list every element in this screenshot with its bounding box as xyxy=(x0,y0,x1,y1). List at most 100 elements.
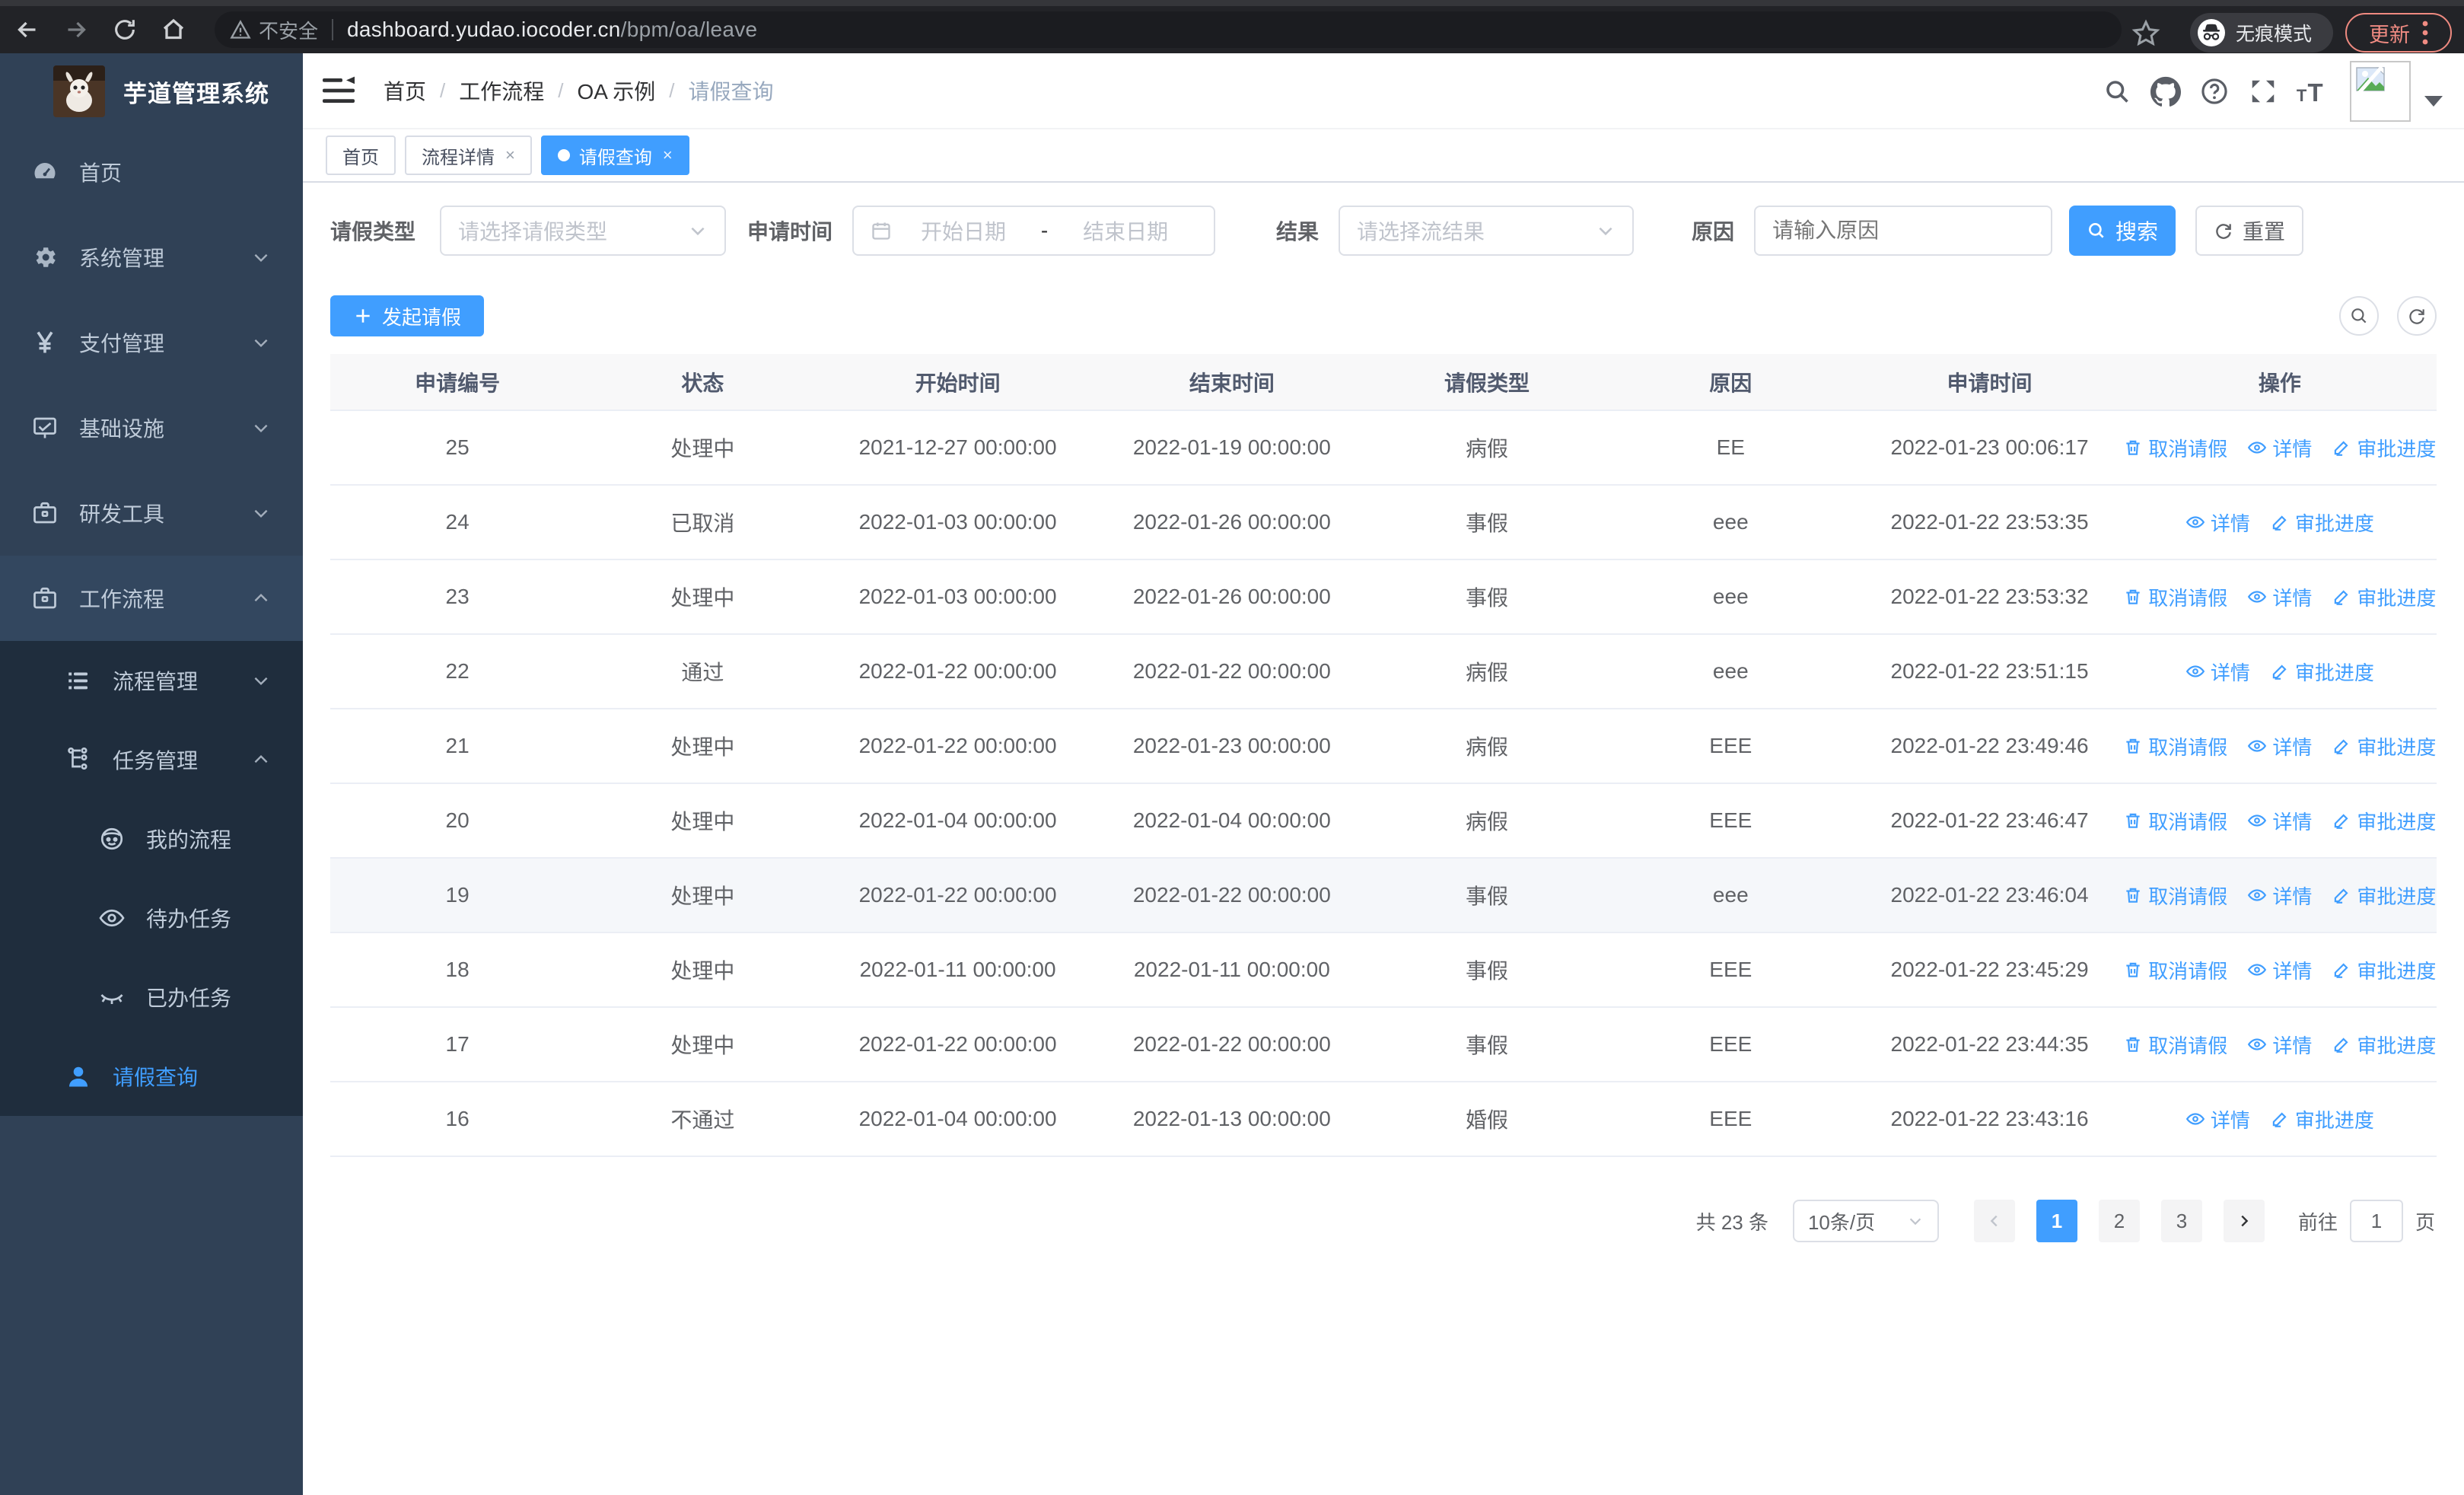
date-separator: - xyxy=(1040,218,1049,242)
leave-type-select[interactable]: 请选择请假类型 xyxy=(440,206,727,256)
sidebar-item-todo-tasks[interactable]: 待办任务 xyxy=(0,878,303,958)
cancel-action-link[interactable]: 取消请假 xyxy=(2123,732,2227,760)
tab-process-detail[interactable]: 流程详情 × xyxy=(405,135,532,175)
create-leave-button[interactable]: 发起请假 xyxy=(330,295,485,336)
sidebar-item-task-management[interactable]: 任务管理 xyxy=(0,720,303,799)
detail-action-link[interactable]: 详情 xyxy=(2247,583,2312,611)
cancel-action-link[interactable]: 取消请假 xyxy=(2123,881,2227,910)
detail-action-link[interactable]: 详情 xyxy=(2247,434,2312,462)
progress-action-link[interactable]: 审批进度 xyxy=(2332,732,2436,760)
kebab-menu-icon[interactable] xyxy=(2422,20,2428,46)
detail-action-link[interactable]: 详情 xyxy=(2247,956,2312,984)
sidebar-item-dev-tools[interactable]: 研发工具 xyxy=(0,470,303,556)
cell-applied: 2022-01-22 23:49:46 xyxy=(1856,709,2123,784)
user-avatar[interactable] xyxy=(2350,61,2411,122)
progress-action-link[interactable]: 审批进度 xyxy=(2270,508,2374,537)
eye-small-icon xyxy=(2247,587,2267,607)
detail-action-link[interactable]: 详情 xyxy=(2247,1031,2312,1059)
page-button-3[interactable]: 3 xyxy=(2160,1200,2202,1242)
browser-update-button[interactable]: 更新 xyxy=(2345,13,2452,53)
search-button[interactable]: 搜索 xyxy=(2069,206,2176,256)
help-icon[interactable] xyxy=(2190,67,2239,116)
cancel-action-link[interactable]: 取消请假 xyxy=(2123,807,2227,835)
detail-action-link[interactable]: 详情 xyxy=(2247,881,2312,910)
reset-button[interactable]: 重置 xyxy=(2195,206,2304,256)
sidebar-item-label: 我的流程 xyxy=(146,828,232,852)
detail-action-link[interactable]: 详情 xyxy=(2247,807,2312,835)
detail-action-link[interactable]: 详情 xyxy=(2185,658,2250,686)
font-size-icon[interactable]: TT xyxy=(2287,67,2336,116)
progress-action-link[interactable]: 审批进度 xyxy=(2332,807,2436,835)
table-search-toggle-button[interactable] xyxy=(2339,296,2379,336)
bookmark-star-icon[interactable] xyxy=(2131,18,2161,49)
progress-action-link[interactable]: 审批进度 xyxy=(2270,658,2374,686)
avatar-caret-icon[interactable] xyxy=(2424,96,2443,107)
cancel-action-link[interactable]: 取消请假 xyxy=(2123,434,2227,462)
chevron-down-icon xyxy=(251,333,271,352)
search-icon[interactable] xyxy=(2093,67,2141,116)
prev-page-button[interactable] xyxy=(1973,1200,2015,1242)
cancel-action-link[interactable]: 取消请假 xyxy=(2123,956,2227,984)
table-refresh-button[interactable] xyxy=(2397,296,2437,336)
url-bar[interactable]: 不安全 dashboard.yudao.iocoder.cn/bpm/oa/le… xyxy=(215,11,2122,48)
reason-input[interactable] xyxy=(1754,206,2053,256)
github-icon[interactable] xyxy=(2141,67,2190,116)
next-page-button[interactable] xyxy=(2223,1200,2265,1242)
page-button-1[interactable]: 1 xyxy=(2036,1200,2077,1242)
cell-end: 2022-01-22 00:00:00 xyxy=(1094,634,1369,709)
action-label: 取消请假 xyxy=(2148,810,2228,834)
cancel-action-link[interactable]: 取消请假 xyxy=(2123,583,2227,611)
breadcrumb-item-workflow[interactable]: 工作流程 xyxy=(459,75,544,106)
edit-icon xyxy=(2270,1109,2290,1129)
action-label: 审批进度 xyxy=(2294,1108,2374,1132)
progress-action-link[interactable]: 审批进度 xyxy=(2332,1031,2436,1059)
progress-action-link[interactable]: 审批进度 xyxy=(2332,583,2436,611)
sidebar-item-infrastructure[interactable]: 基础设施 xyxy=(0,385,303,470)
sidebar-item-payment-management[interactable]: 支付管理 xyxy=(0,300,303,385)
breadcrumb-item-oa-example[interactable]: OA 示例 xyxy=(578,75,656,106)
column-header: 申请编号 xyxy=(330,354,585,411)
sidebar-item-workflow[interactable]: 工作流程 xyxy=(0,556,303,641)
sidebar-collapse-icon[interactable] xyxy=(321,75,358,106)
browser-forward-icon[interactable] xyxy=(55,8,97,51)
goto-page-input[interactable] xyxy=(2349,1200,2403,1242)
sidebar-item-done-tasks[interactable]: 已办任务 xyxy=(0,958,303,1037)
detail-action-link[interactable]: 详情 xyxy=(2247,732,2312,760)
result-select[interactable]: 请选择流结果 xyxy=(1339,206,1635,256)
progress-action-link[interactable]: 审批进度 xyxy=(2270,1105,2374,1133)
cell-actions: 取消请假 详情 审批进度 xyxy=(2122,1007,2437,1082)
progress-action-link[interactable]: 审批进度 xyxy=(2332,434,2436,462)
browser-home-icon[interactable] xyxy=(152,8,195,51)
tab-leave-query[interactable]: 请假查询 × xyxy=(540,135,689,175)
action-label: 审批进度 xyxy=(2357,735,2437,759)
sidebar-item-system-management[interactable]: 系统管理 xyxy=(0,215,303,300)
sidebar-item-label: 任务管理 xyxy=(113,749,199,773)
page-size-select[interactable]: 10条/页 xyxy=(1792,1200,1939,1242)
fullscreen-icon[interactable] xyxy=(2239,67,2287,116)
plus-icon xyxy=(353,306,373,326)
action-label: 审批进度 xyxy=(2357,586,2437,610)
sidebar-item-leave-query[interactable]: 请假查询 xyxy=(0,1037,303,1116)
page-button-2[interactable]: 2 xyxy=(2098,1200,2140,1242)
app-logo[interactable]: 芋道管理系统 xyxy=(0,53,303,129)
detail-action-link[interactable]: 详情 xyxy=(2185,1105,2250,1133)
tab-home[interactable]: 首页 xyxy=(326,135,396,175)
apply-time-range-picker[interactable]: 开始日期 - 结束日期 xyxy=(852,206,1216,256)
detail-action-link[interactable]: 详情 xyxy=(2185,508,2250,537)
eye-small-icon xyxy=(2185,512,2205,532)
sidebar-item-my-process[interactable]: 我的流程 xyxy=(0,799,303,878)
cell-end: 2022-01-22 00:00:00 xyxy=(1094,1007,1369,1082)
edit-icon xyxy=(2332,811,2351,830)
progress-action-link[interactable]: 审批进度 xyxy=(2332,881,2436,910)
omnibox-divider xyxy=(332,19,334,40)
browser-back-icon[interactable] xyxy=(6,8,49,51)
cancel-action-link[interactable]: 取消请假 xyxy=(2123,1031,2227,1059)
breadcrumb-item-home[interactable]: 首页 xyxy=(384,75,426,106)
tab-close-icon[interactable]: × xyxy=(663,145,673,165)
browser-reload-icon[interactable] xyxy=(103,8,146,51)
calendar-icon xyxy=(871,220,892,241)
sidebar-item-home[interactable]: 首页 xyxy=(0,129,303,215)
sidebar-item-process-management[interactable]: 流程管理 xyxy=(0,641,303,720)
tab-close-icon[interactable]: × xyxy=(505,145,515,165)
progress-action-link[interactable]: 审批进度 xyxy=(2332,956,2436,984)
